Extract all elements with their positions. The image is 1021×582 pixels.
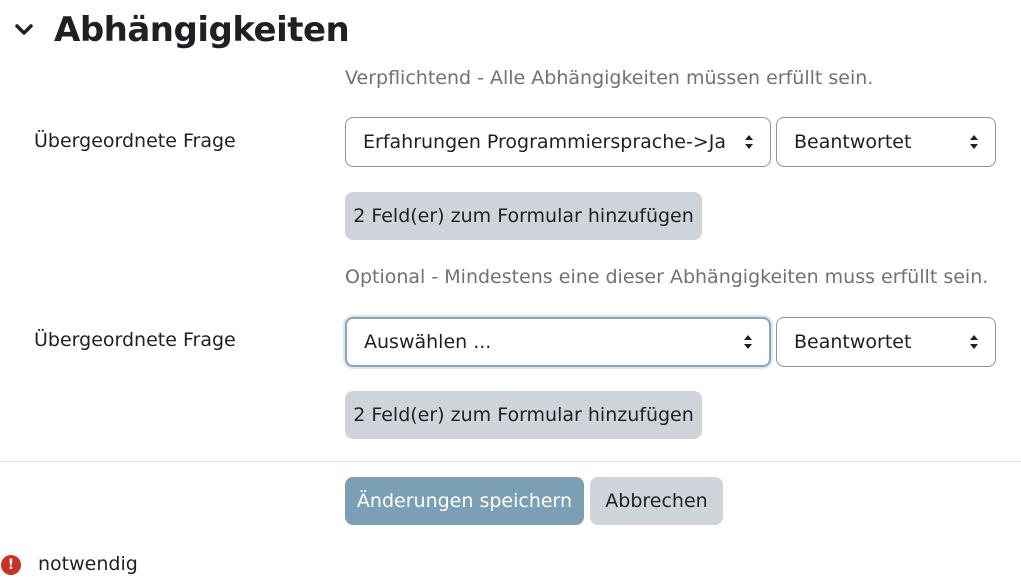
condition-select-optional-value: Beantwortet — [794, 331, 912, 353]
condition-select-mandatory-value: Beantwortet — [794, 131, 912, 153]
select-arrows-icon — [745, 135, 753, 149]
parent-question-select-optional[interactable]: Auswählen ... — [345, 317, 771, 367]
section-header-toggle[interactable]: Abhängigkeiten — [12, 8, 350, 52]
exclamation-circle-icon: ! — [1, 555, 21, 575]
parent-question-label-mandatory: Übergeordnete Frage — [34, 130, 236, 152]
condition-select-optional[interactable]: Beantwortet — [776, 317, 996, 367]
select-arrows-icon — [744, 335, 752, 349]
cancel-button[interactable]: Abbrechen — [590, 477, 723, 525]
select-arrows-icon — [970, 135, 978, 149]
condition-select-mandatory[interactable]: Beantwortet — [776, 117, 996, 167]
add-fields-button-optional[interactable]: 2 Feld(er) zum Formular hinzufügen — [345, 391, 702, 439]
form-divider — [0, 461, 1021, 462]
select-arrows-icon — [970, 335, 978, 349]
required-note-text: notwendig — [38, 553, 138, 575]
parent-question-select-optional-value: Auswählen ... — [364, 331, 492, 353]
section-title: Abhängigkeiten — [54, 10, 350, 50]
parent-question-select-mandatory[interactable]: Erfahrungen Programmiersprache->Ja — [345, 117, 771, 167]
optional-hint: Optional - Mindestens eine dieser Abhäng… — [345, 266, 989, 288]
save-changes-button[interactable]: Änderungen speichern — [345, 477, 584, 525]
chevron-down-icon — [12, 18, 36, 42]
mandatory-hint: Verpflichtend - Alle Abhängigkeiten müss… — [345, 67, 874, 89]
add-fields-button-mandatory[interactable]: 2 Feld(er) zum Formular hinzufügen — [345, 192, 702, 240]
parent-question-label-optional: Übergeordnete Frage — [34, 329, 236, 351]
parent-question-select-mandatory-value: Erfahrungen Programmiersprache->Ja — [363, 131, 726, 153]
